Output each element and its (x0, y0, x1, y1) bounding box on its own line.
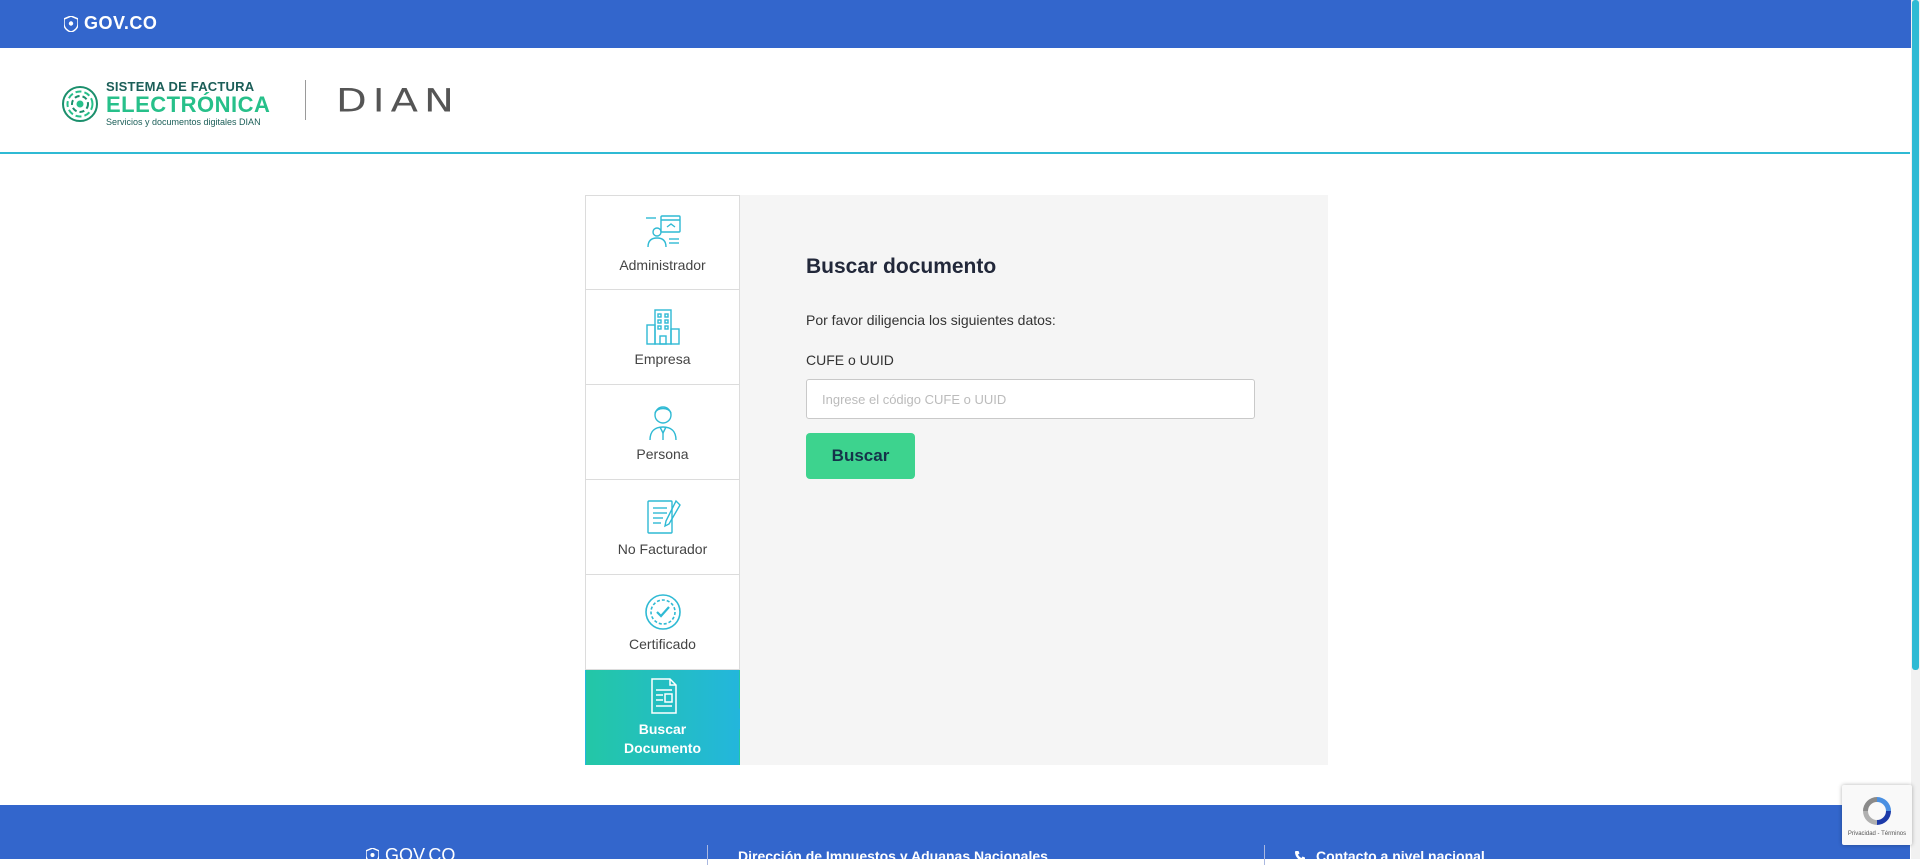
user-type-sidebar: Administrador Empresa Persona No Factura… (585, 195, 749, 765)
page-scrollbar[interactable] (1911, 0, 1920, 859)
footer-divider (1264, 845, 1265, 865)
footer-contact-heading: Contacto a nivel nacional (1294, 848, 1485, 864)
certificate-check-icon (644, 594, 681, 630)
admin-icon (645, 214, 681, 247)
dian-logo[interactable]: DIAN (336, 83, 460, 120)
person-icon (648, 406, 677, 441)
sidebar-item-persona[interactable]: Persona (585, 385, 740, 480)
sidebar-item-no-facturador[interactable]: No Facturador (585, 480, 740, 575)
sidebar-item-label: Empresa (634, 351, 691, 367)
scrollbar-thumb[interactable] (1912, 0, 1919, 670)
cufe-field-label: CUFE o UUID (806, 352, 894, 368)
cufe-input[interactable] (806, 379, 1255, 419)
site-header: SISTEMA DE FACTURA ELECTRÓNICA Servicios… (0, 48, 1910, 154)
phone-icon (1295, 851, 1305, 861)
gov-top-bar: GOV.CO (0, 0, 1914, 48)
sidebar-item-label: No Facturador (617, 541, 708, 557)
sidebar-item-label: Persona (636, 446, 689, 462)
site-footer: GOV.CO Dirección de Impuestos y Aduanas … (0, 805, 1910, 865)
document-pen-icon (646, 499, 681, 534)
recaptcha-links[interactable]: Privacidad - Términos (1848, 831, 1906, 837)
sidebar-item-buscar-documento[interactable]: Buscar Documento (585, 670, 749, 765)
brand-line3: Servicios y documentos digitales DIAN (106, 117, 261, 127)
search-button[interactable]: Buscar (806, 433, 915, 479)
brand-line2: ELECTRÓNICA (106, 92, 271, 117)
gov-co-text: GOV.CO (84, 13, 158, 33)
document-search-icon (650, 678, 677, 714)
search-document-panel: Buscar documento Por favor diligencia lo… (740, 195, 1328, 765)
footer-gov-co-logo[interactable]: GOV.CO (366, 845, 455, 866)
footer-divider (707, 845, 708, 865)
building-icon (645, 309, 680, 345)
sidebar-item-label: Certificado (629, 636, 696, 652)
sidebar-item-administrador[interactable]: Administrador (585, 195, 740, 290)
sidebar-item-certificado[interactable]: Certificado (585, 575, 740, 670)
header-divider (305, 80, 306, 120)
gov-co-logo[interactable]: GOV.CO (64, 13, 157, 34)
sidebar-item-label: Buscar Documento (624, 720, 701, 758)
sidebar-item-empresa[interactable]: Empresa (585, 290, 740, 385)
footer-dian-heading: Dirección de Impuestos y Aduanas Naciona… (738, 848, 1048, 864)
footer-gov-co-text: GOV.CO (385, 845, 456, 865)
footer-contact-text: Contacto a nivel nacional (1316, 848, 1485, 864)
sidebar-item-label-line2: Documento (624, 740, 701, 756)
recaptcha-icon (1863, 797, 1891, 825)
instructions-text: Por favor diligencia los siguientes dato… (806, 312, 1056, 328)
fingerprint-logo-icon (62, 85, 98, 122)
factura-electronica-logo[interactable]: SISTEMA DE FACTURA ELECTRÓNICA Servicios… (62, 80, 270, 127)
sidebar-item-label-line1: Buscar (638, 721, 687, 737)
page-title: Buscar documento (806, 255, 997, 278)
sidebar-item-label: Administrador (619, 256, 706, 273)
gov-shield-icon (366, 848, 379, 863)
recaptcha-badge[interactable]: Privacidad - Términos (1842, 785, 1912, 845)
gov-shield-icon (64, 15, 78, 32)
